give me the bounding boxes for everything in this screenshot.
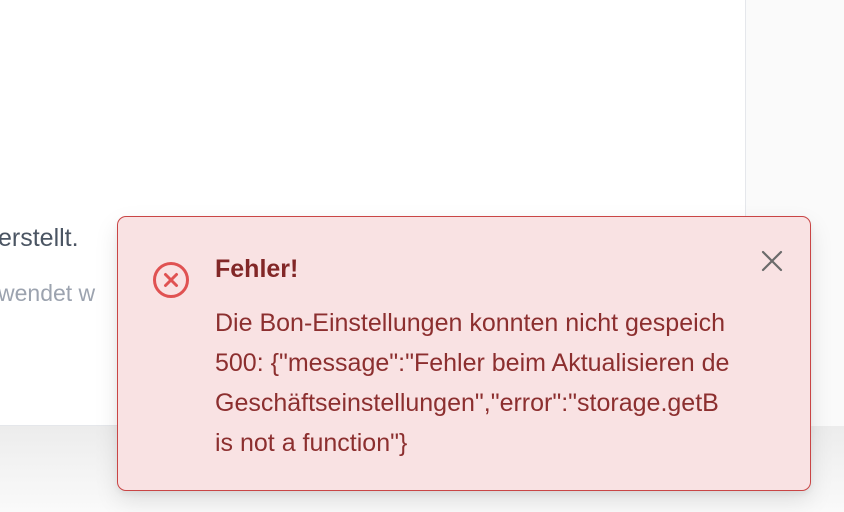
toast-message-line: Die Bon-Einstellungen konnten nicht gesp…: [215, 309, 726, 337]
toast-message-line: is not a function"}: [215, 429, 408, 457]
toast-message: Die Bon-Einstellungen konnten nicht gesp…: [215, 303, 729, 463]
card-status-text: erstellt.: [0, 224, 79, 252]
close-icon[interactable]: [756, 245, 788, 277]
error-circle-x-icon: [153, 262, 189, 298]
toast-title: Fehler!: [215, 255, 299, 283]
toast-message-line: Geschäftseinstellungen","error":"storage…: [215, 389, 719, 417]
error-toast: Fehler! Die Bon-Einstellungen konnten ni…: [117, 216, 811, 491]
card-hint-text: wendet w: [0, 280, 96, 306]
toast-message-line: 500: {"message":"Fehler beim Aktualisier…: [215, 349, 730, 377]
